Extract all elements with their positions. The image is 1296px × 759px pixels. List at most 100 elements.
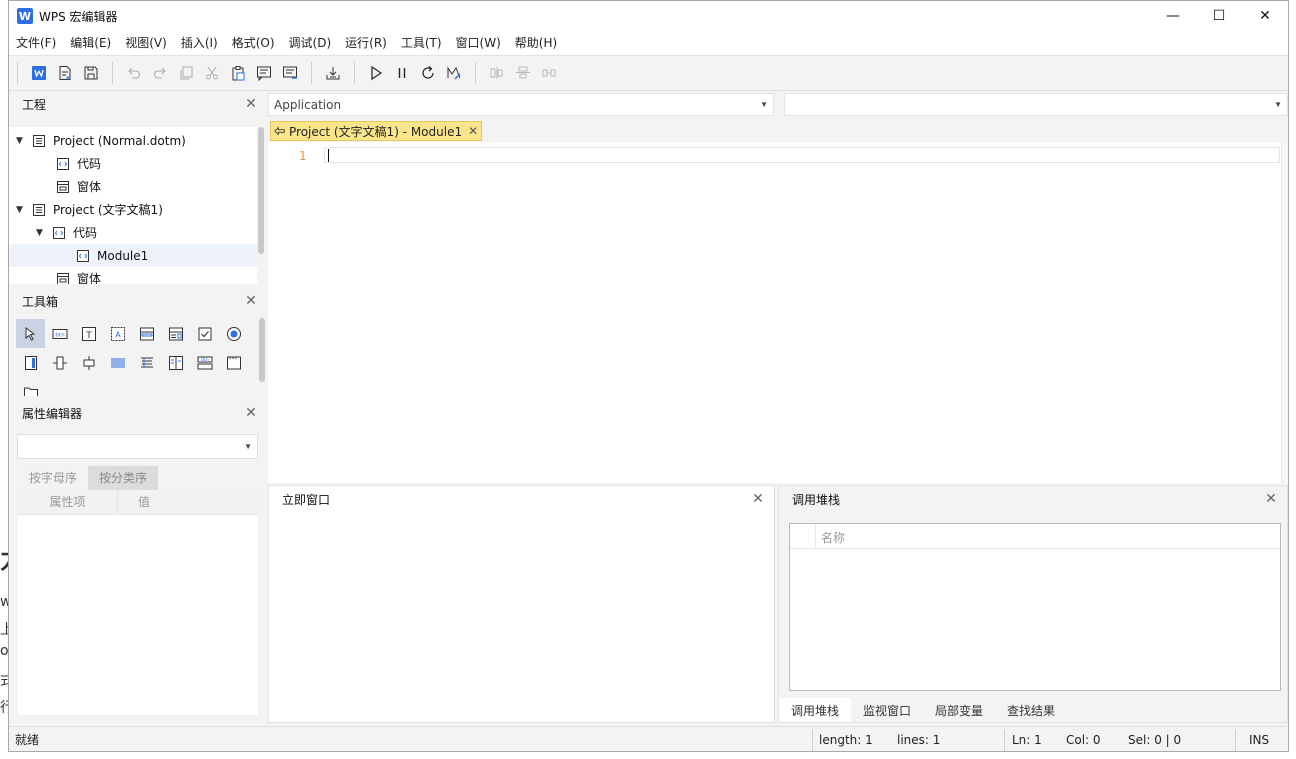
tree-item-code[interactable]: ▼ 代码 — [9, 221, 257, 244]
tree-item-project-normal[interactable]: ▼ Project (Normal.dotm) — [9, 129, 257, 152]
tool-frame[interactable] — [132, 319, 161, 348]
menu-format[interactable]: 格式(O) — [225, 31, 282, 55]
expand-arrow-icon[interactable]: ▼ — [16, 205, 26, 215]
minimize-button[interactable]: — — [1150, 1, 1196, 31]
tool-folder[interactable] — [16, 377, 45, 396]
toolbar-comment-button[interactable] — [251, 60, 277, 86]
tab-module1[interactable]: Project (文字文稿1) - Module1 ✕ — [270, 121, 482, 141]
column-property: 属性项 — [18, 490, 118, 515]
close-window-button[interactable]: ✕ — [1242, 1, 1288, 31]
tree-item-code[interactable]: 代码 — [9, 152, 257, 175]
toolbar-align-right-button[interactable] — [536, 60, 562, 86]
wps-app-icon: W — [17, 8, 33, 24]
maximize-button[interactable]: ☐ — [1196, 1, 1242, 31]
line-number: 1 — [299, 149, 307, 163]
toolbar-copy-button[interactable] — [173, 60, 199, 86]
toolbar-wps-doc-button[interactable] — [26, 60, 52, 86]
tool-checkbox[interactable] — [190, 319, 219, 348]
toolbar — [9, 55, 1288, 91]
current-line[interactable] — [324, 147, 1280, 163]
tree-item-forms[interactable]: 窗体 — [9, 267, 257, 284]
tab-call-stack[interactable]: 调用堆栈 — [779, 698, 852, 722]
menu-run[interactable]: 运行(R) — [338, 31, 394, 55]
toolbar-undo-button[interactable] — [121, 60, 147, 86]
text-caret — [328, 149, 329, 162]
save-icon — [84, 66, 98, 80]
tool-scrollbar[interactable] — [16, 348, 45, 377]
expand-arrow-icon[interactable]: ▼ — [36, 228, 46, 238]
toolbar-uncomment-button[interactable] — [277, 60, 303, 86]
menu-tools[interactable]: 工具(T) — [394, 31, 449, 55]
tool-toggle-button[interactable]: btn — [190, 348, 219, 377]
toolbar-save-button[interactable] — [78, 60, 104, 86]
toolbar-run-button[interactable] — [363, 60, 389, 86]
menu-file[interactable]: 文件(F) — [9, 31, 63, 55]
toolbar-insert-module-button[interactable] — [52, 60, 78, 86]
object-combo-value: Application — [274, 98, 342, 112]
code-module-icon — [77, 249, 89, 262]
toolbar-align-left-button[interactable] — [484, 60, 510, 86]
tree-item-forms[interactable]: 窗体 — [9, 175, 257, 198]
tab-alphabetic[interactable]: 按字母序 — [18, 466, 89, 490]
close-icon[interactable]: ✕ — [243, 96, 259, 112]
status-state: 就绪 — [15, 733, 40, 747]
menu-edit[interactable]: 编辑(E) — [63, 31, 118, 55]
tool-command-button[interactable]: btn — [45, 319, 74, 348]
object-select[interactable]: ▼ — [17, 434, 258, 459]
expand-arrow-icon[interactable]: ▼ — [16, 136, 26, 146]
tab-locals[interactable]: 局部变量 — [923, 698, 995, 722]
editor-scrollbar[interactable] — [1281, 142, 1288, 483]
code-editor[interactable]: 1 — [268, 142, 1288, 483]
menu-help[interactable]: 帮助(H) — [508, 31, 564, 55]
toolbar-redo-button[interactable] — [147, 60, 173, 86]
property-grid-header: 属性项 值 — [18, 490, 258, 515]
tool-image[interactable] — [219, 348, 248, 377]
tab-watch[interactable]: 监视窗口 — [851, 698, 923, 722]
toolbar-import-button[interactable] — [320, 60, 346, 86]
close-icon[interactable]: ✕ — [750, 491, 766, 507]
tool-label[interactable]: T — [74, 319, 103, 348]
play-icon — [371, 65, 383, 81]
toolbar-paste-button[interactable] — [225, 60, 251, 86]
dropdown-arrow-icon: ▼ — [244, 442, 252, 451]
toolbox-scrollbar[interactable] — [259, 318, 265, 382]
close-tab-icon[interactable]: ✕ — [468, 124, 478, 138]
tool-combobox[interactable] — [161, 319, 190, 348]
undo-icon — [128, 67, 140, 79]
close-icon[interactable]: ✕ — [1263, 491, 1279, 507]
tree-item-module1[interactable]: Module1 — [9, 244, 257, 267]
procedure-combo[interactable]: ▼ — [784, 93, 1288, 116]
toolbar-design-mode-button[interactable] — [441, 60, 467, 86]
tree-scrollbar[interactable] — [258, 127, 264, 254]
menu-debug[interactable]: 调试(D) — [282, 31, 339, 55]
toolbar-reset-button[interactable] — [415, 60, 441, 86]
tab-find-results[interactable]: 查找结果 — [995, 698, 1067, 722]
close-icon[interactable]: ✕ — [243, 405, 259, 421]
tool-pointer[interactable] — [16, 319, 45, 348]
menu-view[interactable]: 视图(V) — [118, 31, 174, 55]
tool-option-button[interactable] — [219, 319, 248, 348]
tree-item-project-doc1[interactable]: ▼ Project (文字文稿1) — [9, 198, 257, 221]
tool-tabstrip[interactable] — [161, 348, 190, 377]
menu-window[interactable]: 窗口(W) — [449, 31, 508, 55]
menu-insert[interactable]: 插入(I) — [174, 31, 225, 55]
tool-slider[interactable] — [74, 348, 103, 377]
toolbar-cut-button[interactable] — [199, 60, 225, 86]
bg-fragment: w — [0, 594, 8, 610]
window-title: WPS 宏编辑器 — [39, 9, 118, 24]
code-module-icon — [57, 157, 69, 170]
call-stack-title: 调用堆栈 — [792, 492, 841, 507]
tool-multipage[interactable] — [132, 348, 161, 377]
object-combo[interactable]: Application ▼ — [268, 93, 774, 116]
toolbar-align-center-button[interactable] — [510, 60, 536, 86]
align-right-icon — [542, 69, 556, 77]
close-icon[interactable]: ✕ — [243, 293, 259, 309]
immediate-window[interactable]: 立即窗口 ✕ — [268, 485, 775, 723]
project-panel: 工程 ✕ ▼ Project (Normal.dotm) 代码 窗体 ▼ Pro… — [9, 91, 267, 284]
tab-categorized[interactable]: 按分类序 — [88, 466, 159, 490]
comment-block-icon — [257, 66, 271, 81]
toolbar-pause-button[interactable] — [389, 60, 415, 86]
tool-textbox[interactable]: A — [103, 319, 132, 348]
tool-spinbutton[interactable] — [45, 348, 74, 377]
tool-listbox[interactable] — [103, 348, 132, 377]
